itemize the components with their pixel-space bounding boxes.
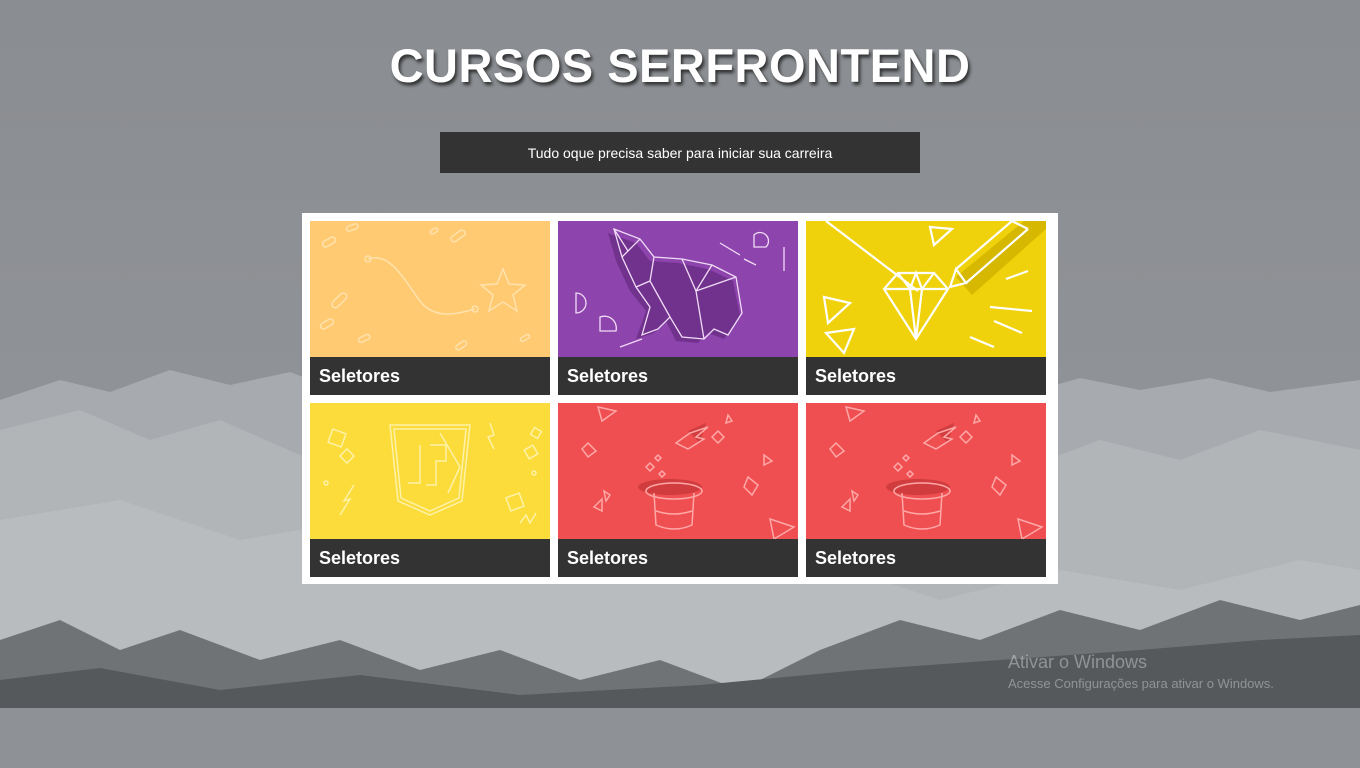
curve-star-icon bbox=[310, 221, 550, 357]
card-title: Seletores bbox=[806, 357, 1046, 395]
watermark-subtitle: Acesse Configurações para ativar o Windo… bbox=[1008, 676, 1274, 691]
card-title: Seletores bbox=[558, 357, 798, 395]
card-title: Seletores bbox=[310, 357, 550, 395]
course-card[interactable]: Seletores bbox=[310, 221, 550, 395]
origami-elephant-icon bbox=[558, 221, 798, 357]
magic-hat-bird-icon bbox=[806, 403, 1046, 539]
page-title: CURSOS SERFRONTEND bbox=[389, 39, 971, 92]
windows-activation-watermark: Ativar o Windows Acesse Configurações pa… bbox=[1008, 651, 1274, 693]
magic-hat-bird-icon bbox=[558, 403, 798, 539]
bottom-strip bbox=[0, 708, 1360, 768]
watermark-title: Ativar o Windows bbox=[1008, 652, 1148, 672]
course-card[interactable]: Seletores bbox=[310, 403, 550, 577]
course-grid: Seletores Seletores Seletores Seletores … bbox=[302, 213, 1058, 584]
card-title: Seletores bbox=[806, 539, 1046, 577]
course-card[interactable]: Seletores bbox=[558, 221, 798, 395]
course-card[interactable]: Seletores bbox=[806, 221, 1046, 395]
diamond-pencil-icon bbox=[806, 221, 1046, 357]
js-shield-icon bbox=[310, 403, 550, 539]
card-title: Seletores bbox=[310, 539, 550, 577]
course-card[interactable]: Seletores bbox=[806, 403, 1046, 577]
course-card[interactable]: Seletores bbox=[558, 403, 798, 577]
card-title: Seletores bbox=[558, 539, 798, 577]
page-subtitle: Tudo oque precisa saber para iniciar sua… bbox=[440, 132, 920, 173]
